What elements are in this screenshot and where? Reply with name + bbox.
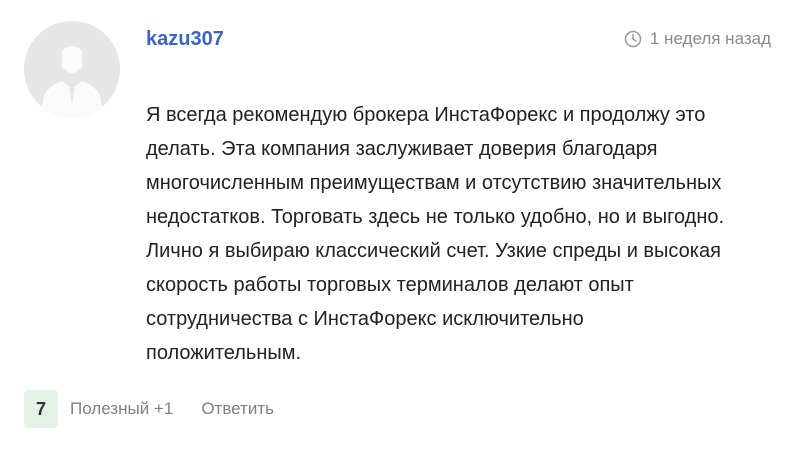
comment-actions: 7 Полезный +1 Ответить — [24, 390, 274, 428]
comment-body: Я всегда рекомендую брокера ИнстаФорекс … — [146, 98, 778, 370]
useful-button[interactable]: Полезный +1 — [70, 399, 173, 419]
comment-timestamp: 1 неделя назад — [624, 29, 771, 49]
comment-line: недостатков. Торговать здесь не только у… — [146, 206, 725, 228]
comment-line: делать. Эта компания заслуживает доверия… — [146, 138, 658, 160]
comment-line: Лично я выбираю классический счет. Узкие… — [146, 240, 721, 262]
user-silhouette-icon — [24, 21, 120, 117]
reply-button[interactable]: Ответить — [201, 399, 274, 419]
comment-line: положительным. — [146, 342, 302, 364]
comment-line: скорость работы торговых терминалов дела… — [146, 274, 634, 296]
score-badge: 7 — [24, 390, 58, 428]
comment-line: Я всегда рекомендую брокера ИнстаФорекс … — [146, 104, 706, 126]
comment-line: многочисленным преимуществам и отсутстви… — [146, 172, 722, 194]
clock-icon — [624, 30, 642, 48]
comment-line: сотрудничества с ИнстаФорекс исключитель… — [146, 308, 584, 330]
timestamp-text: 1 неделя назад — [649, 29, 771, 48]
avatar[interactable] — [24, 21, 120, 117]
author-name[interactable]: kazu307 — [146, 28, 224, 51]
